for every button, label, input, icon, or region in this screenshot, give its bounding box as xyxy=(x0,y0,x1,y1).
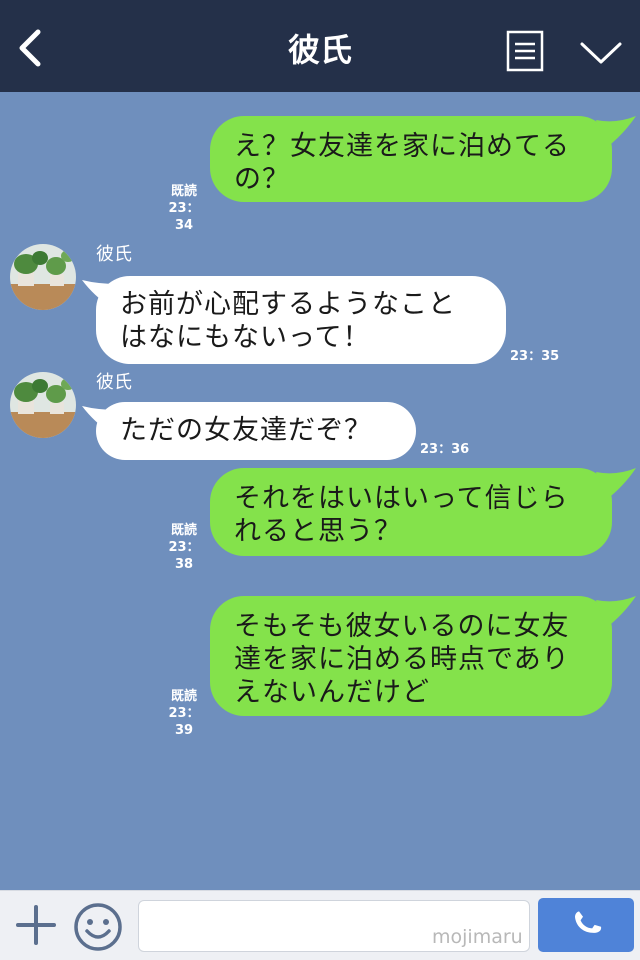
chevron-down-icon xyxy=(580,42,622,64)
message-bubble-sent[interactable]: え？女友達を家に泊めてる の？ xyxy=(210,116,612,202)
message-line: れると思う？ xyxy=(234,516,402,547)
message-bubble-received[interactable]: お前が心配するようなこと はなにもないって！ xyxy=(96,276,506,364)
avatar-plant-icon xyxy=(10,372,76,438)
read-label: 既読 xyxy=(170,184,197,199)
read-receipt: 既読 23：39 xyxy=(160,688,208,739)
menu-button[interactable] xyxy=(506,30,544,72)
add-button[interactable] xyxy=(14,903,58,947)
message-bubble-sent[interactable]: そもそも彼女いるのに女友 達を家に泊める時点であり えないんだけど xyxy=(210,596,612,716)
emoji-button[interactable] xyxy=(72,901,124,953)
message-time: 23：36 xyxy=(420,442,470,457)
chat-area[interactable]: え？女友達を家に泊めてる の？ 既読 23：34 彼氏 お前が心配するようなこと… xyxy=(0,92,640,890)
sender-name: 彼氏 xyxy=(96,244,132,265)
message-time: 23：35 xyxy=(510,349,560,364)
bubble-tail-sent xyxy=(596,468,636,500)
collapse-button[interactable] xyxy=(578,38,624,68)
message-time: 23：39 xyxy=(168,706,200,738)
message-bubble-sent[interactable]: それをはいはいって信じら れると思う？ xyxy=(210,468,612,556)
message-time: 23：38 xyxy=(168,540,200,572)
smiley-icon xyxy=(74,903,122,951)
phone-icon xyxy=(575,911,602,933)
call-button[interactable] xyxy=(538,898,634,952)
avatar-plant-icon xyxy=(10,244,76,310)
list-icon xyxy=(506,30,544,72)
read-label: 既読 xyxy=(170,689,197,704)
message-line: お前が心配するようなこと xyxy=(120,289,456,320)
message-line: ただの女友達だぞ？ xyxy=(120,415,372,446)
message-line: え？女友達を家に泊めてる xyxy=(234,131,570,162)
plus-icon xyxy=(16,905,56,945)
message-bubble-received[interactable]: ただの女友達だぞ？ xyxy=(96,402,416,460)
message-line: それをはいはいって信じら xyxy=(234,483,569,514)
input-bar xyxy=(0,890,640,960)
message-line: そもそも彼女いるのに女友 xyxy=(234,611,570,642)
avatar[interactable] xyxy=(10,244,76,310)
watermark: mojimaru xyxy=(432,926,523,948)
message-line: はなにもないって！ xyxy=(120,322,371,353)
message-line: 達を家に泊める時点であり xyxy=(234,644,570,675)
chat-header: 彼氏 xyxy=(0,0,640,92)
read-label: 既読 xyxy=(170,523,197,538)
message-line: の？ xyxy=(234,164,290,195)
bubble-tail-sent xyxy=(596,116,636,148)
bubble-tail-sent xyxy=(596,596,636,628)
avatar[interactable] xyxy=(10,372,76,438)
message-time: 23：34 xyxy=(168,201,200,233)
chat-title: 彼氏 xyxy=(287,31,352,69)
sender-name: 彼氏 xyxy=(96,372,132,393)
read-receipt: 既読 23：38 xyxy=(160,522,208,573)
message-line: えないんだけど xyxy=(234,677,430,708)
read-receipt: 既読 23：34 xyxy=(160,183,208,234)
